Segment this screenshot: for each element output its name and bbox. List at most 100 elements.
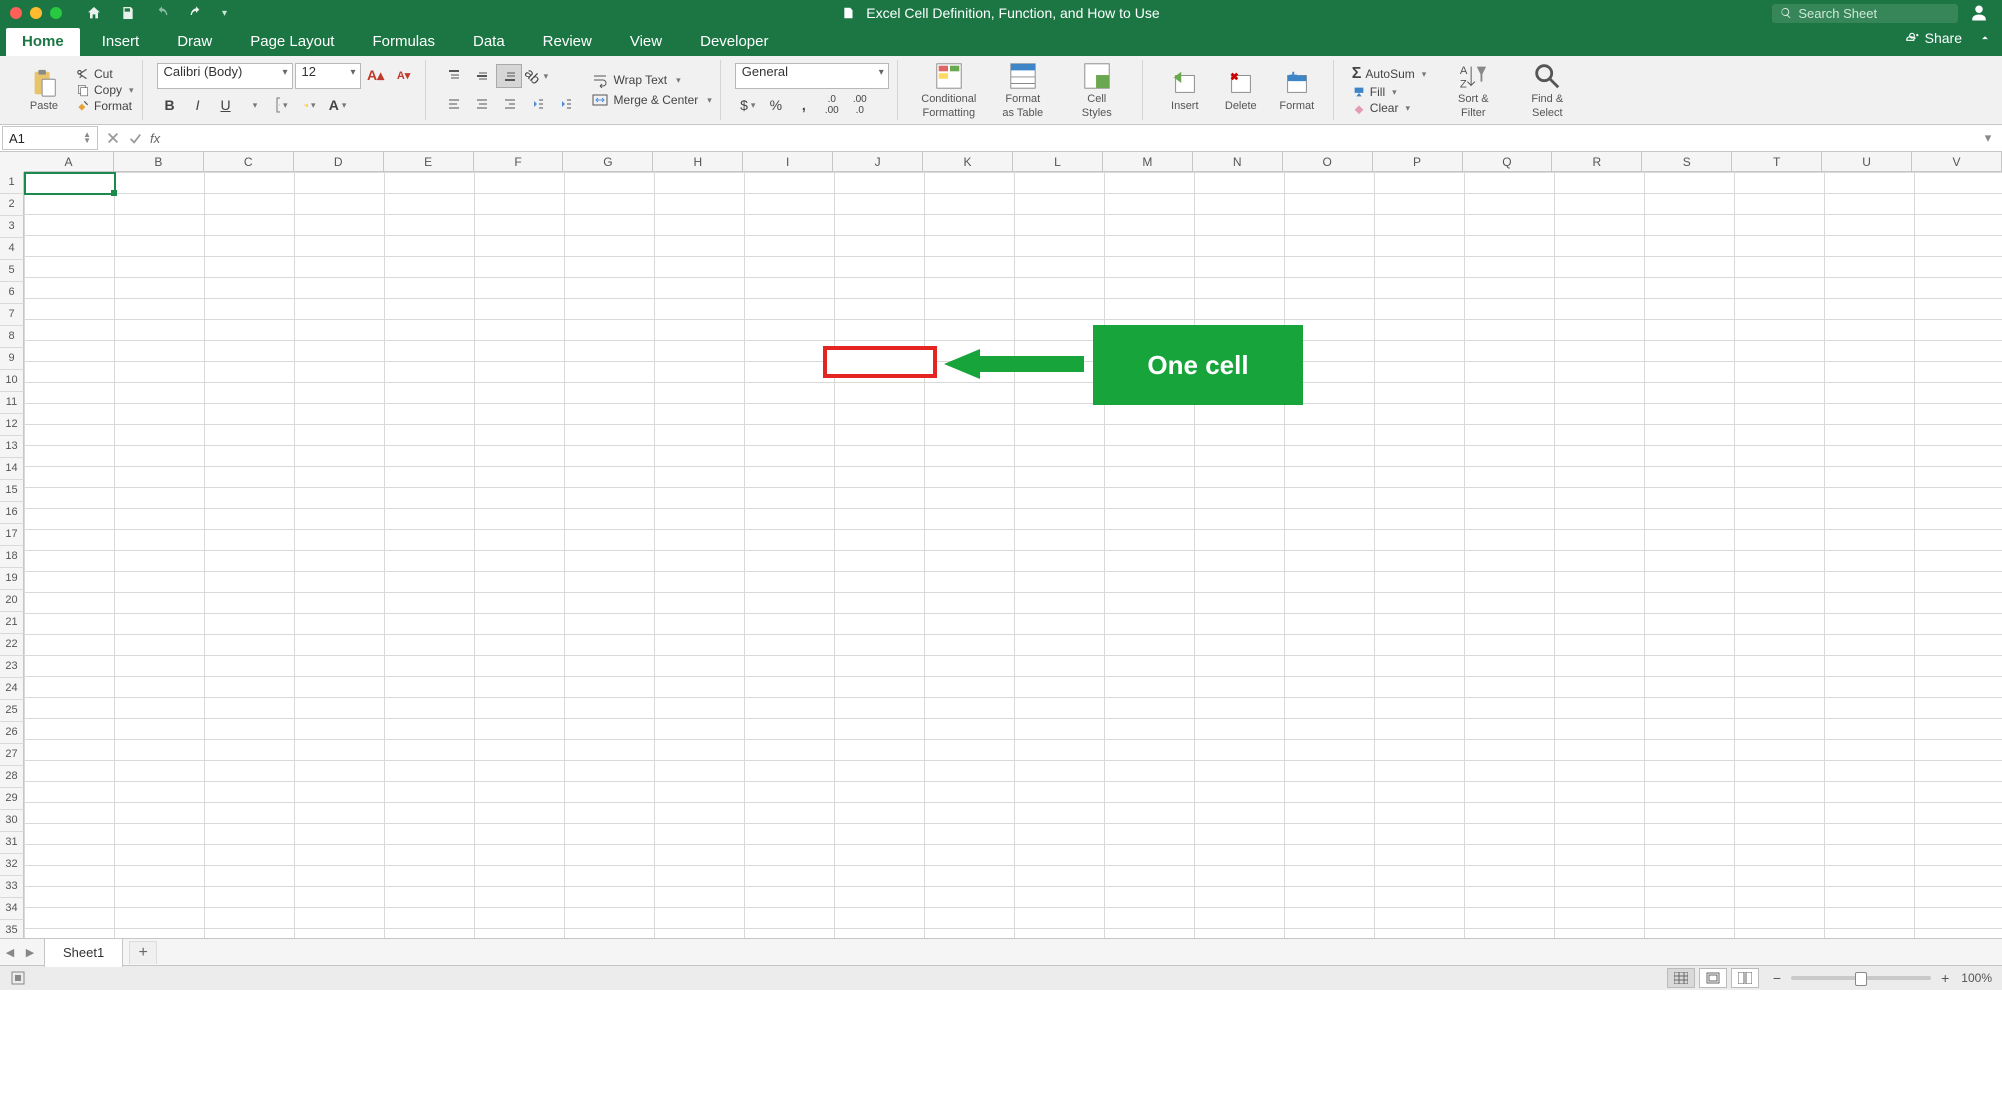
redo-icon[interactable]: [188, 5, 204, 21]
normal-view-button[interactable]: [1667, 968, 1695, 988]
column-header[interactable]: R: [1552, 152, 1642, 172]
page-break-view-button[interactable]: [1731, 968, 1759, 988]
column-header[interactable]: S: [1642, 152, 1732, 172]
row-header[interactable]: 13: [0, 436, 24, 458]
account-icon[interactable]: [1970, 4, 1988, 22]
column-header[interactable]: T: [1732, 152, 1822, 172]
tab-developer[interactable]: Developer: [684, 28, 784, 56]
zoom-level[interactable]: 100%: [1961, 971, 1992, 985]
row-header[interactable]: 31: [0, 832, 24, 854]
clear-button[interactable]: Clear▾: [1352, 101, 1427, 115]
search-input[interactable]: [1796, 5, 1950, 22]
row-header[interactable]: 2: [0, 194, 24, 216]
column-header[interactable]: H: [653, 152, 743, 172]
expand-formula-bar-icon[interactable]: ▾: [1980, 130, 1996, 146]
underline-more-button[interactable]: ▾: [241, 93, 267, 117]
font-name-select[interactable]: Calibri (Body): [157, 63, 293, 89]
zoom-out-button[interactable]: −: [1773, 970, 1781, 986]
column-header[interactable]: N: [1193, 152, 1283, 172]
decrease-font-button[interactable]: A▾: [391, 63, 417, 87]
row-header[interactable]: 27: [0, 744, 24, 766]
font-color-button[interactable]: A▾: [325, 93, 351, 117]
bold-button[interactable]: B: [157, 93, 183, 117]
column-header[interactable]: I: [743, 152, 833, 172]
select-all-cells-button[interactable]: [0, 152, 25, 173]
underline-button[interactable]: U: [213, 93, 239, 117]
prev-sheet-button[interactable]: ◀: [0, 946, 20, 959]
sheet-tab-sheet1[interactable]: Sheet1: [44, 938, 123, 967]
save-icon[interactable]: [120, 5, 136, 21]
fx-label[interactable]: fx: [150, 131, 160, 146]
column-header[interactable]: V: [1912, 152, 2002, 172]
tab-formulas[interactable]: Formulas: [356, 28, 451, 56]
row-header[interactable]: 28: [0, 766, 24, 788]
accounting-format-button[interactable]: $▾: [735, 93, 761, 117]
row-header[interactable]: 15: [0, 480, 24, 502]
font-size-select[interactable]: 12: [295, 63, 361, 89]
zoom-slider[interactable]: [1791, 976, 1931, 980]
close-window-icon[interactable]: [10, 7, 22, 19]
column-header[interactable]: J: [833, 152, 923, 172]
align-center-button[interactable]: [468, 92, 494, 116]
column-header[interactable]: B: [114, 152, 204, 172]
align-middle-button[interactable]: [468, 64, 494, 88]
comma-format-button[interactable]: ,: [791, 93, 817, 117]
delete-cells-button[interactable]: Delete: [1213, 68, 1269, 112]
tab-draw[interactable]: Draw: [161, 28, 228, 56]
row-header[interactable]: 19: [0, 568, 24, 590]
row-header[interactable]: 20: [0, 590, 24, 612]
increase-indent-button[interactable]: [552, 92, 578, 116]
collapse-ribbon-icon[interactable]: [1978, 31, 1992, 45]
row-header[interactable]: 22: [0, 634, 24, 656]
enter-formula-icon[interactable]: [128, 131, 142, 145]
number-format-select[interactable]: General: [735, 63, 889, 89]
row-header[interactable]: 33: [0, 876, 24, 898]
qat-customize-icon[interactable]: ▾: [222, 8, 227, 19]
row-header[interactable]: 26: [0, 722, 24, 744]
row-header[interactable]: 6: [0, 282, 24, 304]
column-header[interactable]: K: [923, 152, 1013, 172]
align-left-button[interactable]: [440, 92, 466, 116]
column-header[interactable]: F: [474, 152, 564, 172]
row-header[interactable]: 7: [0, 304, 24, 326]
column-header[interactable]: Q: [1463, 152, 1553, 172]
row-header[interactable]: 21: [0, 612, 24, 634]
increase-decimal-button[interactable]: .0.00: [819, 93, 845, 117]
column-header[interactable]: U: [1822, 152, 1912, 172]
row-header[interactable]: 32: [0, 854, 24, 876]
column-header[interactable]: L: [1013, 152, 1103, 172]
row-header[interactable]: 17: [0, 524, 24, 546]
formula-input[interactable]: [174, 127, 1980, 149]
column-header[interactable]: P: [1373, 152, 1463, 172]
tab-page-layout[interactable]: Page Layout: [234, 28, 350, 56]
page-layout-view-button[interactable]: [1699, 968, 1727, 988]
format-cells-button[interactable]: Format: [1269, 68, 1325, 112]
row-header[interactable]: 1: [0, 172, 24, 194]
row-header[interactable]: 11: [0, 392, 24, 414]
column-header[interactable]: G: [563, 152, 653, 172]
home-icon[interactable]: [86, 5, 102, 21]
row-header[interactable]: 23: [0, 656, 24, 678]
share-button[interactable]: Share: [1905, 30, 1992, 46]
align-right-button[interactable]: [496, 92, 522, 116]
cut-button[interactable]: Cut: [76, 67, 134, 81]
tab-home[interactable]: Home: [6, 28, 80, 56]
active-cell[interactable]: [24, 172, 116, 195]
tab-review[interactable]: Review: [527, 28, 608, 56]
zoom-in-button[interactable]: +: [1941, 970, 1949, 986]
cancel-formula-icon[interactable]: [106, 131, 120, 145]
row-header[interactable]: 14: [0, 458, 24, 480]
copy-button[interactable]: Copy▾: [76, 83, 134, 97]
decrease-indent-button[interactable]: [524, 92, 550, 116]
cell-styles-button[interactable]: Cell Styles: [1060, 61, 1134, 119]
align-top-button[interactable]: [440, 64, 466, 88]
row-header[interactable]: 25: [0, 700, 24, 722]
fill-button[interactable]: Fill▾: [1352, 85, 1427, 99]
undo-icon[interactable]: [154, 5, 170, 21]
row-header[interactable]: 5: [0, 260, 24, 282]
column-header[interactable]: C: [204, 152, 294, 172]
column-header[interactable]: D: [294, 152, 384, 172]
merge-center-button[interactable]: Merge & Center▾: [592, 92, 712, 108]
orientation-button[interactable]: ab▾: [524, 64, 550, 88]
row-header[interactable]: 10: [0, 370, 24, 392]
